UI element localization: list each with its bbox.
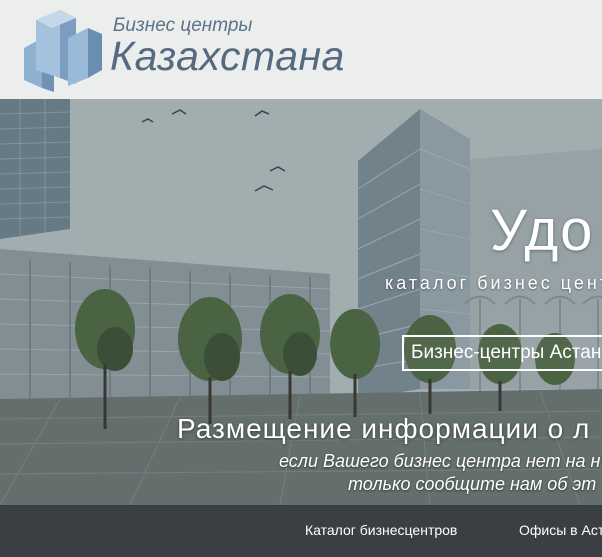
nav-item-catalog[interactable]: Каталог бизнесцентров: [305, 522, 457, 538]
listing-note-line2: только сообщите нам об эт: [348, 474, 597, 494]
buildings-logo-icon[interactable]: [20, 8, 106, 94]
site-header: Бизнес центры Казахстана: [0, 0, 602, 99]
logo-title[interactable]: Казахстана: [110, 33, 345, 80]
listing-note-line1: если Вашего бизнес центра нет на н: [279, 451, 601, 471]
nav-item-offices[interactable]: Офисы в Аст: [519, 522, 602, 538]
hero-subtitle: каталог бизнес цент: [385, 273, 602, 293]
hero-title: Удо: [490, 198, 595, 263]
main-nav: Каталог бизнесцентров Офисы в Аст: [0, 505, 602, 557]
listing-info-heading: Размещение информации о л: [177, 413, 591, 444]
hero-banner: Удо каталог бизнес цент Бизнес-центры Ас…: [0, 99, 602, 505]
business-centers-astana-button[interactable]: Бизнес-центры Астан: [402, 335, 602, 371]
